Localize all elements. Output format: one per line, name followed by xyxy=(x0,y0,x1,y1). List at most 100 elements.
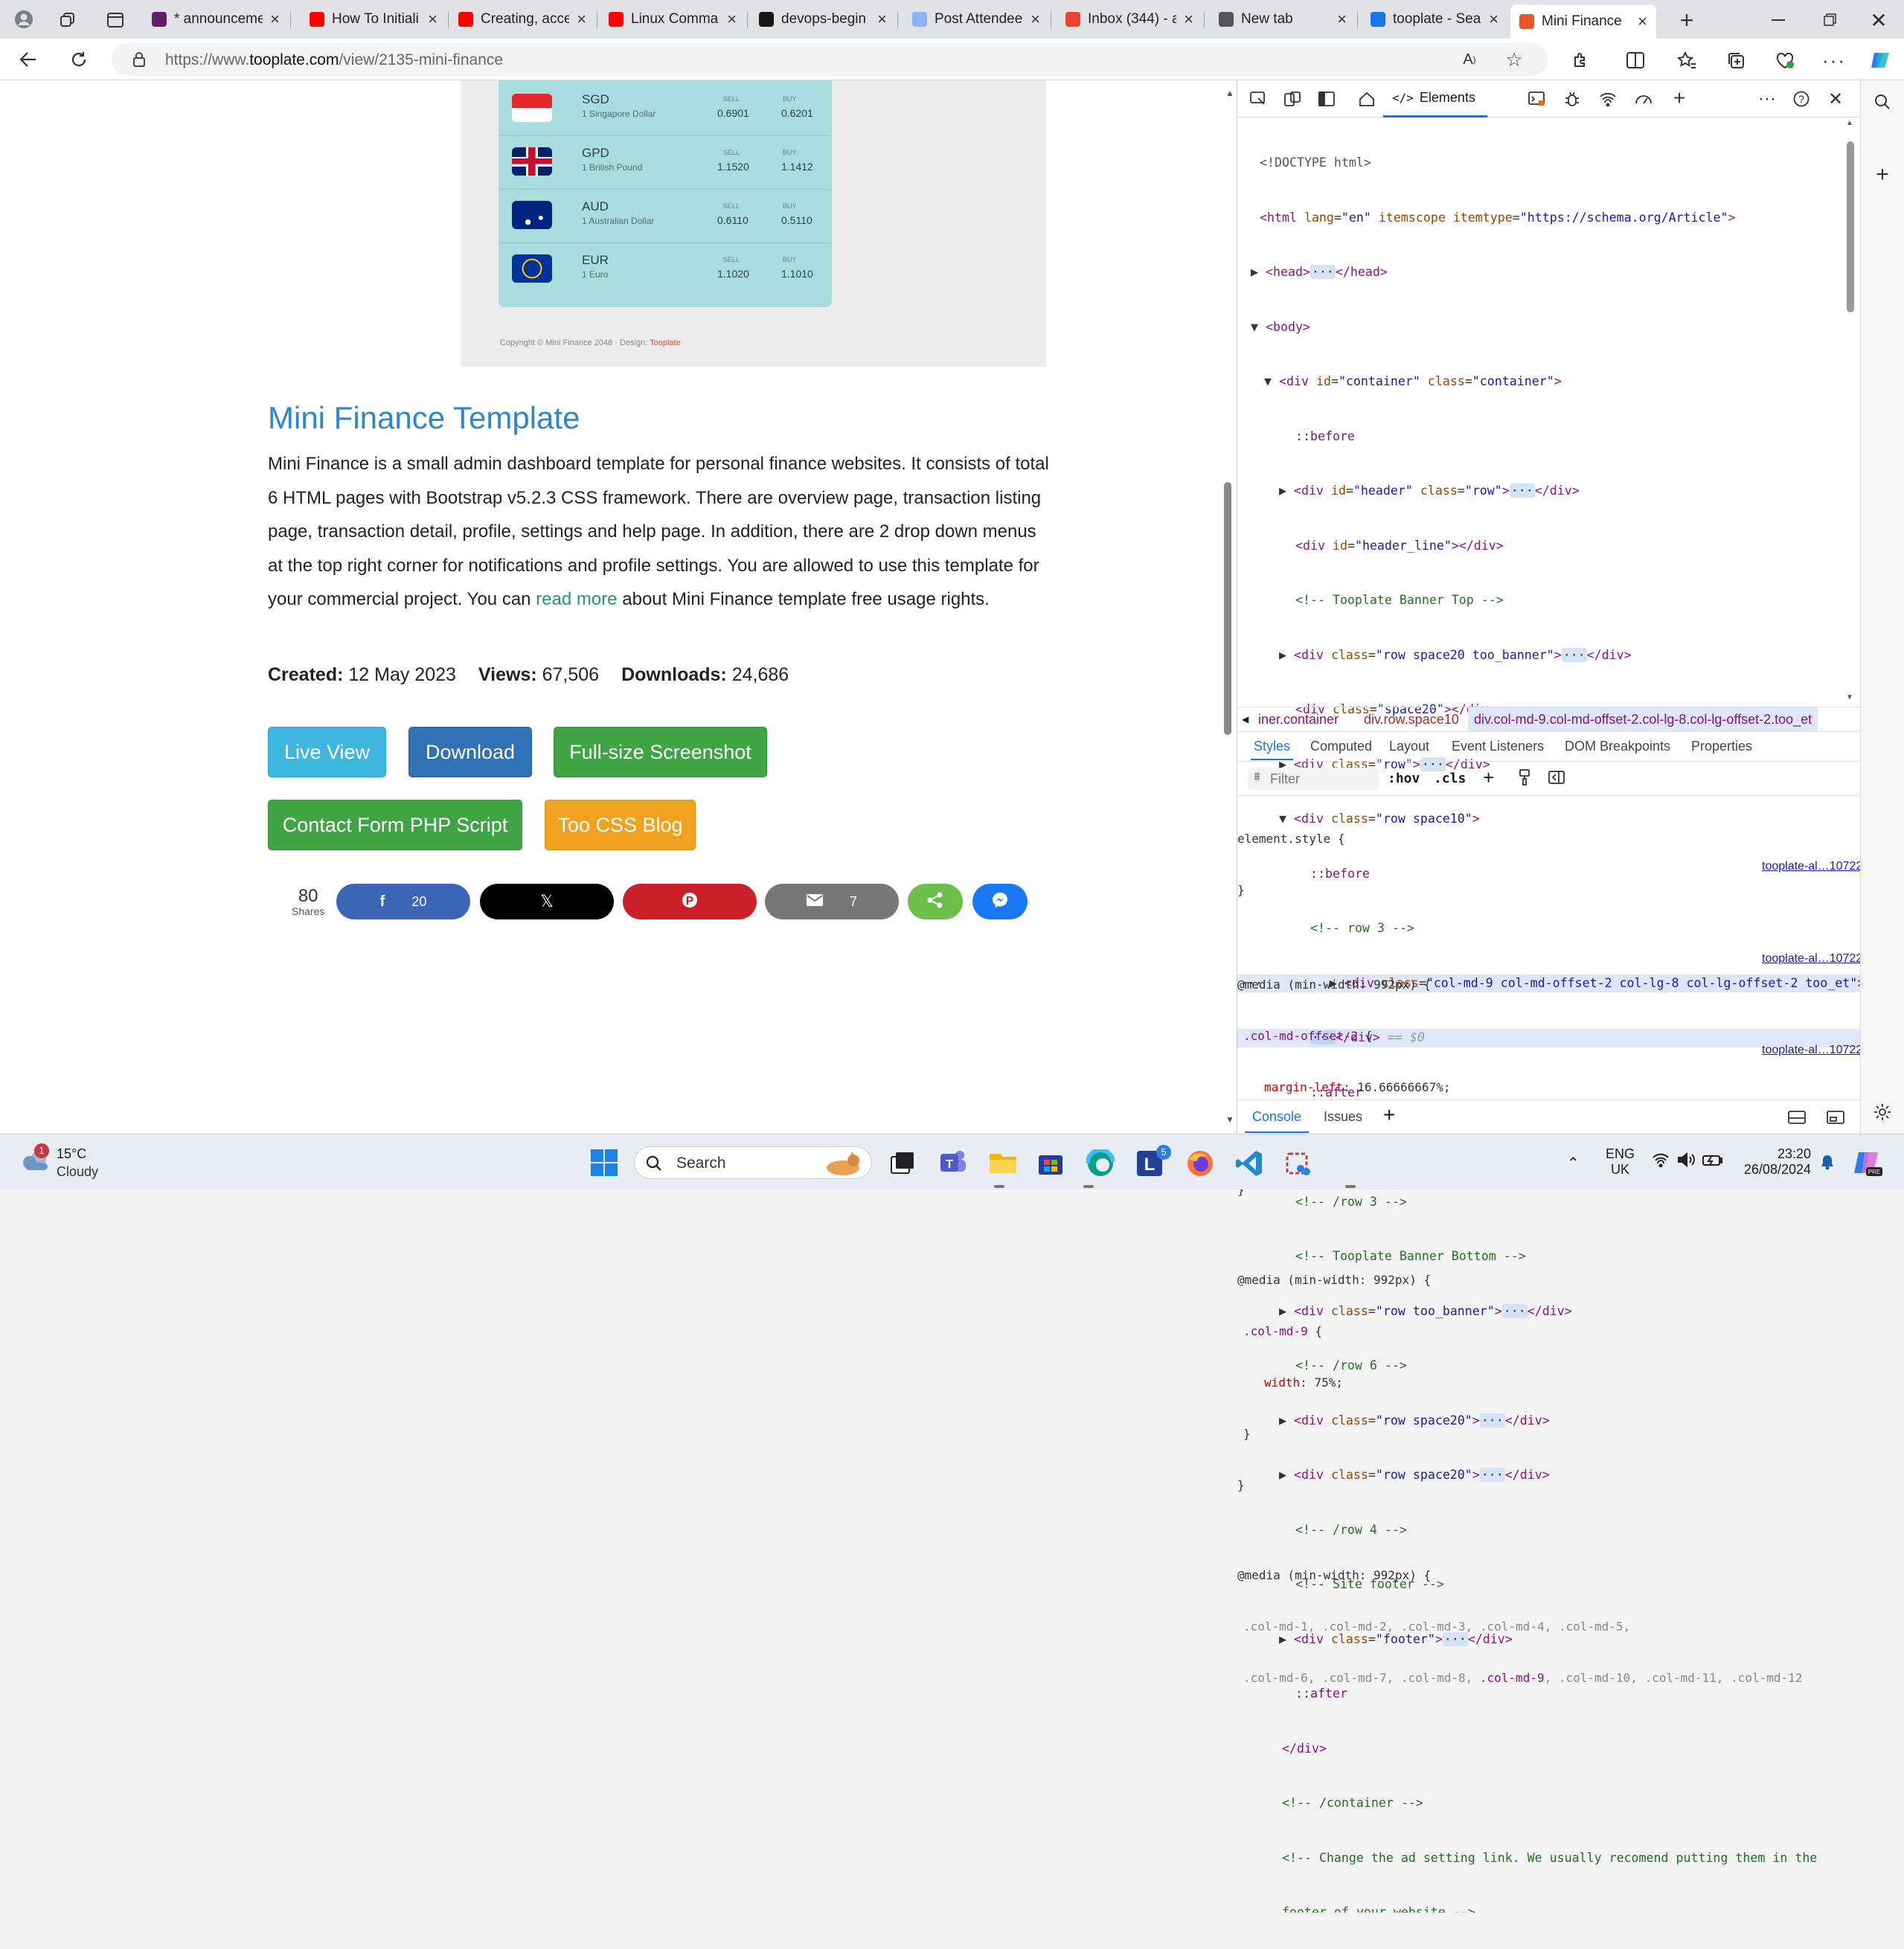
tab-actions-icon[interactable] xyxy=(104,9,126,31)
scroll-down-arrow[interactable]: ▼ xyxy=(1225,1114,1234,1125)
browser-tab[interactable]: Post Attendee × xyxy=(903,6,1049,33)
computed-sidebar-icon[interactable] xyxy=(1548,771,1565,788)
notification-bell-icon[interactable] xyxy=(1820,1154,1835,1174)
edge-icon[interactable] xyxy=(1085,1148,1115,1181)
extensions-icon[interactable] xyxy=(1570,49,1592,71)
minimize-button[interactable] xyxy=(1763,7,1793,33)
clock[interactable]: 23:20 26/08/2024 xyxy=(1741,1146,1811,1178)
back-icon[interactable] xyxy=(16,48,40,71)
task-view-icon[interactable] xyxy=(890,1151,915,1178)
messenger-share-button[interactable] xyxy=(972,884,1028,919)
dock-drawer-icon[interactable] xyxy=(1788,1111,1806,1128)
dock-side-icon[interactable] xyxy=(1316,89,1337,109)
copilot-icon[interactable] xyxy=(1868,48,1894,73)
start-windows-icon[interactable] xyxy=(591,1149,618,1180)
copilot-preview-icon[interactable]: PRE xyxy=(1853,1148,1882,1181)
scroll-up-arrow[interactable]: ▲ xyxy=(1225,88,1234,98)
close-window-button[interactable]: ✕ xyxy=(1864,7,1894,33)
wifi-icon[interactable] xyxy=(1652,1152,1670,1171)
crumb-container[interactable]: iner.container xyxy=(1258,707,1339,731)
show-hidden-icons-chevron-icon[interactable]: ⌃ xyxy=(1567,1154,1580,1172)
restore-button[interactable] xyxy=(1815,7,1845,33)
browser-tab[interactable]: * announceme × xyxy=(143,6,289,33)
scroll-thumb[interactable] xyxy=(1224,482,1231,735)
vscode-icon[interactable] xyxy=(1235,1149,1263,1181)
network-wifi-icon[interactable] xyxy=(1597,89,1618,109)
firefox-icon[interactable] xyxy=(1186,1149,1214,1181)
collections-icon[interactable] xyxy=(1725,49,1747,71)
close-tab-icon[interactable]: × xyxy=(1489,10,1498,29)
elements-tab[interactable]: </> Elements xyxy=(1383,80,1487,118)
microsoft-store-icon[interactable] xyxy=(1037,1149,1064,1180)
lock-icon[interactable] xyxy=(131,51,147,68)
add-drawer-tab-icon[interactable]: + xyxy=(1383,1103,1395,1127)
issues-tab[interactable]: Issues xyxy=(1324,1100,1362,1133)
hover-state-toggle[interactable]: :hov xyxy=(1388,771,1420,786)
console-tab[interactable]: Console xyxy=(1245,1100,1310,1133)
new-tab-button[interactable]: + xyxy=(1674,7,1699,33)
styles-rules[interactable]: element.style { } @media (min-width: 992… xyxy=(1237,796,1885,1721)
close-tab-icon[interactable]: × xyxy=(1638,12,1647,31)
read-more-link[interactable]: read more xyxy=(536,589,617,609)
inspect-element-icon[interactable] xyxy=(1248,89,1269,109)
browser-tab[interactable]: New tab × xyxy=(1210,6,1356,33)
styles-subtab[interactable]: Computed xyxy=(1307,732,1375,760)
styles-subtab[interactable]: Properties xyxy=(1688,732,1755,760)
debugger-bug-icon[interactable] xyxy=(1562,89,1583,109)
performance-icon[interactable] xyxy=(1633,89,1654,109)
help-icon[interactable]: ? xyxy=(1791,89,1812,109)
styles-subtab[interactable]: Layout xyxy=(1386,732,1432,760)
crumb-selected[interactable]: div.col-md-9.col-md-offset-2.col-lg-8.co… xyxy=(1468,707,1818,731)
crumb-row[interactable]: div.row.space10 xyxy=(1364,707,1459,731)
sidebar-search-icon[interactable] xyxy=(1871,91,1894,113)
full-size-screenshot-button[interactable]: Full-size Screenshot xyxy=(554,727,767,777)
split-screen-icon[interactable] xyxy=(1624,49,1647,71)
crumb-left-arrow[interactable]: ◀ xyxy=(1242,707,1249,731)
contact-form-php-button[interactable]: Contact Form PHP Script xyxy=(268,800,522,850)
lens-app-icon[interactable]: L 5 xyxy=(1137,1145,1171,1180)
drawer-layout-icon[interactable] xyxy=(1827,1111,1844,1128)
console-panel-icon[interactable] xyxy=(1526,89,1547,109)
browser-tab[interactable]: tooplate - Sea × xyxy=(1362,6,1507,33)
weather-widget[interactable]: 1 15°C Cloudy xyxy=(19,1143,98,1179)
close-tab-icon[interactable]: × xyxy=(877,10,887,29)
browser-essentials-icon[interactable] xyxy=(1774,49,1796,71)
browser-tab[interactable]: Mini Finance × xyxy=(1510,4,1656,39)
close-tab-icon[interactable]: × xyxy=(577,10,586,29)
close-tab-icon[interactable]: × xyxy=(1030,10,1040,29)
close-tab-icon[interactable]: × xyxy=(1184,10,1193,29)
home-icon[interactable] xyxy=(1356,89,1377,109)
paint-brush-icon[interactable] xyxy=(1519,769,1530,789)
snipping-tool-icon[interactable] xyxy=(1284,1149,1312,1181)
browser-tab[interactable]: devops-begin × xyxy=(750,6,896,33)
browser-tab[interactable]: Linux Comma × xyxy=(600,6,746,33)
teams-icon[interactable]: T xyxy=(939,1149,967,1180)
email-share-button[interactable]: 7 xyxy=(765,884,899,919)
close-devtools-icon[interactable]: ✕ xyxy=(1825,89,1846,109)
close-tab-icon[interactable]: × xyxy=(727,10,737,29)
read-aloud-icon[interactable]: A) xyxy=(1458,49,1481,70)
url-field[interactable]: https://www.tooplate.com/view/2135-mini-… xyxy=(112,43,1548,76)
browser-tab[interactable]: Inbox (344) - a × xyxy=(1057,6,1202,33)
page-scrollbar[interactable]: ▲ ▼ xyxy=(1220,80,1237,1134)
too-css-blog-button[interactable]: Too CSS Blog xyxy=(545,800,696,850)
download-button[interactable]: Download xyxy=(408,727,532,777)
x-share-button[interactable]: 𝕏 xyxy=(480,884,614,919)
refresh-icon[interactable] xyxy=(67,48,91,71)
input-language[interactable]: ENG UK xyxy=(1606,1146,1635,1178)
taskbar-search[interactable]: Search xyxy=(634,1146,872,1179)
volume-icon[interactable] xyxy=(1677,1152,1695,1171)
browser-tab[interactable]: Creating, acce × xyxy=(449,6,595,33)
sidebar-add-icon[interactable]: + xyxy=(1871,162,1894,187)
styles-subtab[interactable]: DOM Breakpoints xyxy=(1562,732,1673,760)
more-tools-plus-icon[interactable]: + xyxy=(1669,86,1690,109)
favorite-star-icon[interactable]: ☆ xyxy=(1503,48,1525,71)
styles-subtab[interactable]: Event Listeners xyxy=(1449,732,1547,760)
close-tab-icon[interactable]: × xyxy=(270,10,280,29)
close-tab-icon[interactable]: × xyxy=(428,10,437,29)
more-menu-icon[interactable]: ··· xyxy=(1822,49,1845,71)
workspaces-icon[interactable] xyxy=(57,9,79,31)
file-explorer-icon[interactable] xyxy=(988,1149,1018,1178)
sidebar-settings-icon[interactable] xyxy=(1871,1101,1894,1123)
profile-icon[interactable] xyxy=(12,7,36,31)
